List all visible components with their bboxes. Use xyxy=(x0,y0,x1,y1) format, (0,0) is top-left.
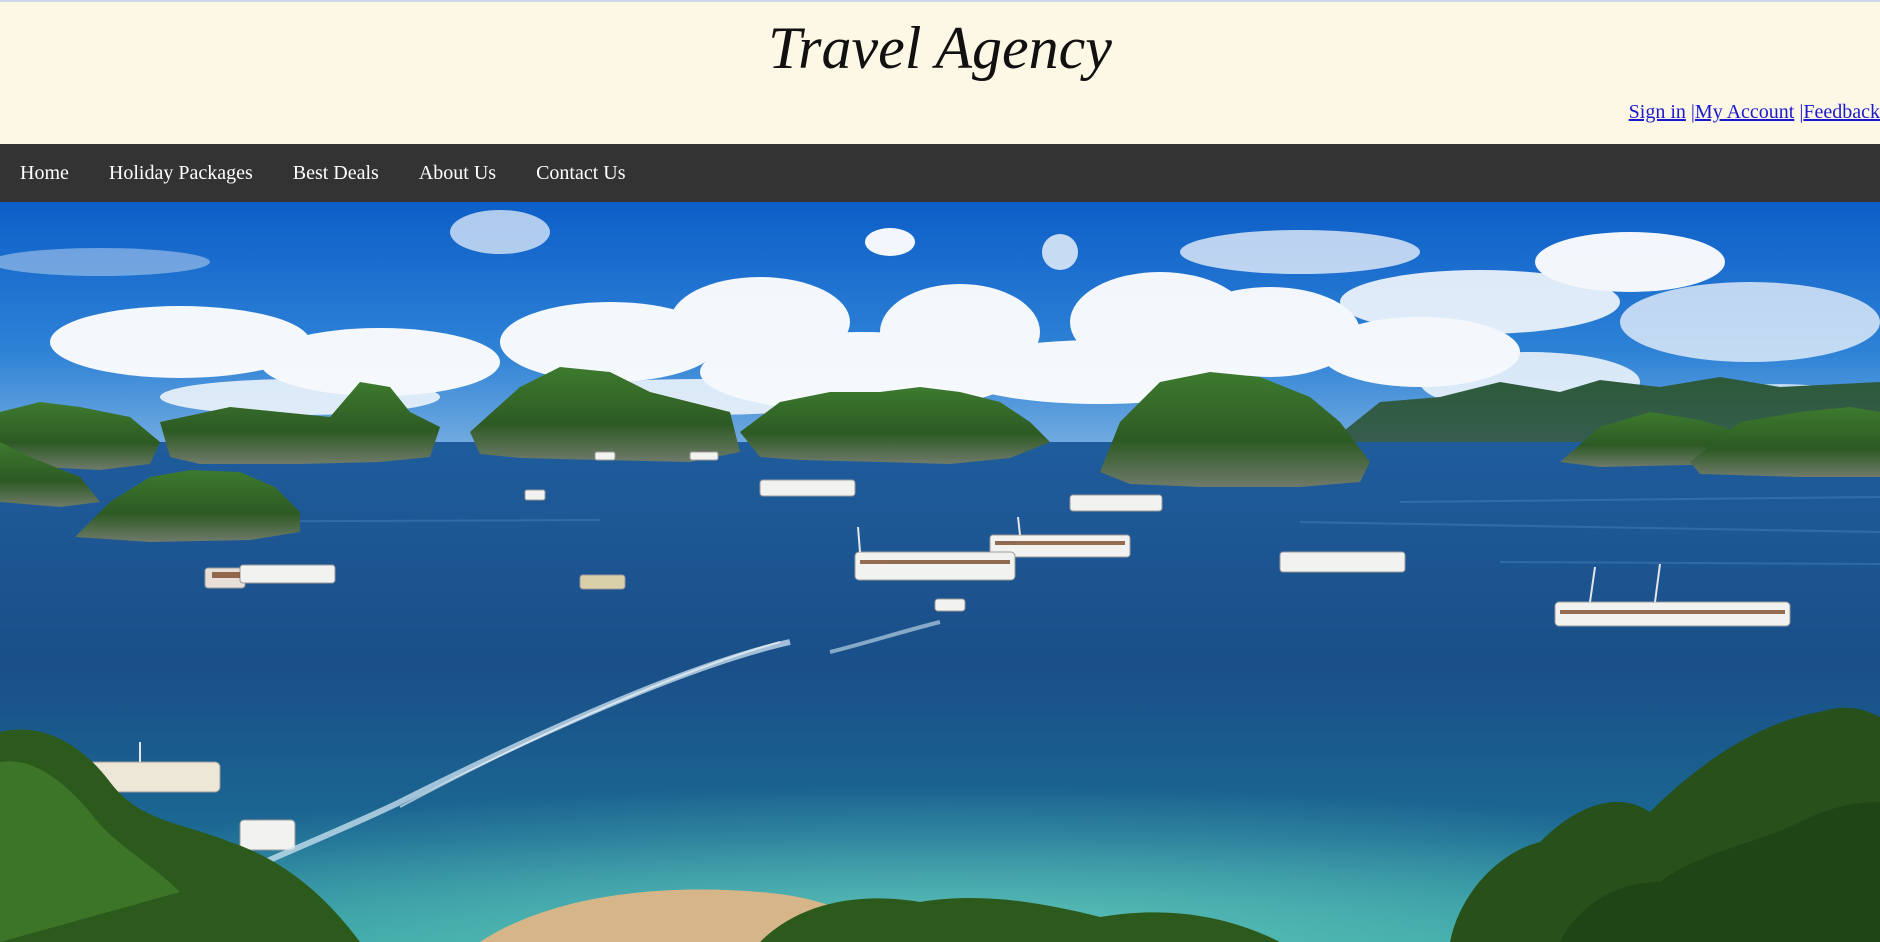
sign-in-link[interactable]: Sign in xyxy=(1629,101,1686,123)
nav-item-contact-us[interactable]: Contact Us xyxy=(516,144,645,202)
account-links: Sign in |My Account |Feedback xyxy=(1629,100,1880,124)
nav-list: Home Holiday Packages Best Deals About U… xyxy=(0,144,1880,202)
site-title: Travel Agency xyxy=(768,15,1112,81)
site-header: Travel Agency Sign in |My Account |Feedb… xyxy=(0,2,1880,144)
my-account-link[interactable]: My Account xyxy=(1695,101,1794,123)
nav-item-home[interactable]: Home xyxy=(0,144,89,202)
nav-item-holiday-packages[interactable]: Holiday Packages xyxy=(89,144,273,202)
page: Travel Agency Sign in |My Account |Feedb… xyxy=(0,0,1880,942)
feedback-link[interactable]: Feedback xyxy=(1803,101,1880,123)
hero-image xyxy=(0,202,1880,942)
bay-landscape-image xyxy=(0,202,1880,942)
nav-item-about-us[interactable]: About Us xyxy=(399,144,516,202)
nav-item-best-deals[interactable]: Best Deals xyxy=(273,144,399,202)
main-navigation: Home Holiday Packages Best Deals About U… xyxy=(0,144,1880,202)
